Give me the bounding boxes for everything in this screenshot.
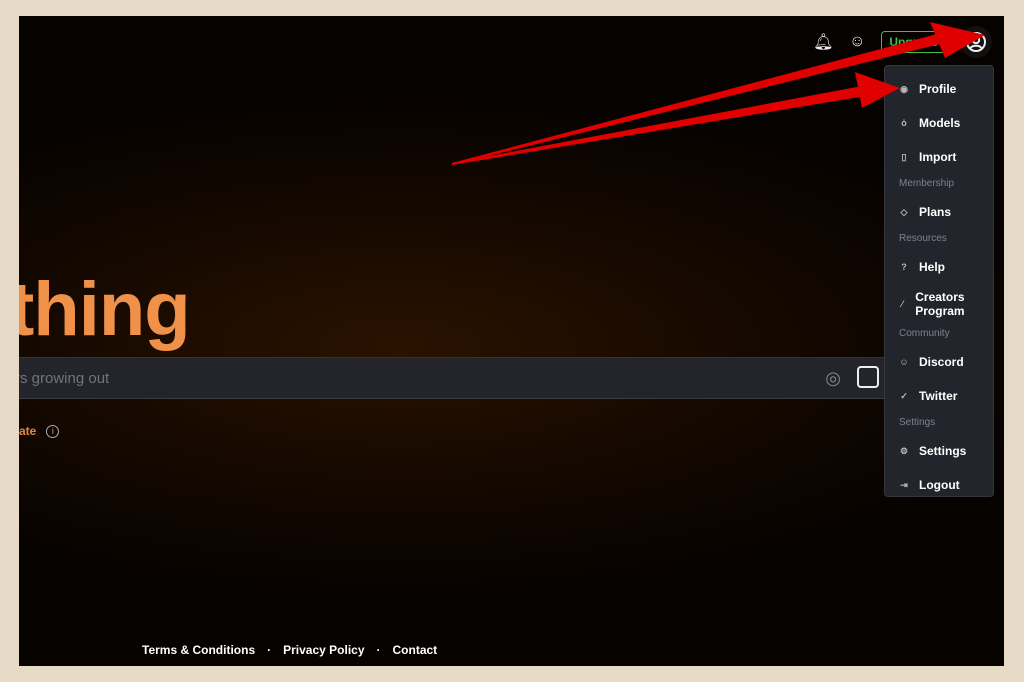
menu-item-logout[interactable]: ⇥ Logout — [885, 468, 993, 502]
info-icon[interactable]: i — [46, 424, 60, 438]
menu-item-twitter[interactable]: ✓ Twitter — [885, 379, 993, 413]
user-dropdown-menu: ◉ Profile ȯ Models ▯ Import Membership ◇ Pla… — [884, 65, 994, 497]
models-icon: ȯ — [901, 118, 907, 128]
section-settings: Settings — [899, 417, 936, 428]
user-icon: ◉ — [900, 83, 908, 94]
menu-item-models[interactable]: ȯ Models — [885, 106, 993, 140]
section-membership: Membership — [899, 178, 955, 189]
import-icon: ▯ — [901, 151, 907, 162]
hero-title: thing — [19, 267, 191, 352]
discord-icon[interactable]: ☺ — [847, 32, 867, 52]
section-community: Community — [899, 328, 950, 339]
bell-icon[interactable]: 🔔︎ — [813, 32, 833, 52]
brush-icon: ⁄ — [901, 299, 903, 309]
user-menu-button[interactable] — [960, 26, 992, 58]
twitter-icon: ✓ — [900, 390, 908, 401]
menu-item-discord[interactable]: ☺ Discord — [885, 345, 993, 379]
menu-item-settings[interactable]: ⚙ Settings — [885, 434, 993, 468]
section-resources: Resources — [899, 233, 947, 244]
eye-off-icon[interactable]: ◎ — [825, 368, 841, 389]
gear-icon: ⚙ — [899, 445, 909, 456]
discord-icon: ☺ — [899, 357, 909, 367]
prompt-input[interactable]: rs growing out ◎ — [19, 357, 889, 399]
help-icon: ? — [901, 262, 907, 272]
footer-separator: · — [267, 643, 272, 657]
menu-item-profile[interactable]: ◉ Profile — [885, 72, 993, 106]
footer-link-privacy[interactable]: Privacy Policy — [283, 643, 364, 657]
tag-icon: ◇ — [900, 206, 908, 217]
menu-item-plans[interactable]: ◇ Plans — [885, 195, 993, 229]
user-circle-icon — [966, 32, 986, 52]
footer-link-contact[interactable]: Contact — [393, 643, 438, 657]
menu-item-help[interactable]: ? Help — [885, 250, 993, 284]
menu-item-import[interactable]: ▯ Import — [885, 140, 993, 174]
image-icon[interactable] — [857, 366, 879, 388]
option-label[interactable]: ate — [19, 424, 36, 438]
logout-icon: ⇥ — [900, 479, 908, 490]
upgrade-button[interactable]: Upgrade — [881, 31, 946, 53]
app-screen: 🔔︎ ☺ Upgrade thing rs growing out ◎ ate … — [19, 16, 1004, 666]
footer-link-terms[interactable]: Terms & Conditions — [142, 643, 255, 657]
menu-item-creators-program[interactable]: ⁄ Creators Program — [885, 284, 993, 324]
prompt-placeholder: rs growing out — [19, 369, 110, 387]
footer-separator: · — [376, 643, 381, 657]
option-row: ate i — [19, 424, 60, 438]
top-bar: 🔔︎ ☺ Upgrade — [813, 26, 992, 58]
footer: Terms & Conditions · Privacy Policy · Co… — [142, 643, 437, 657]
